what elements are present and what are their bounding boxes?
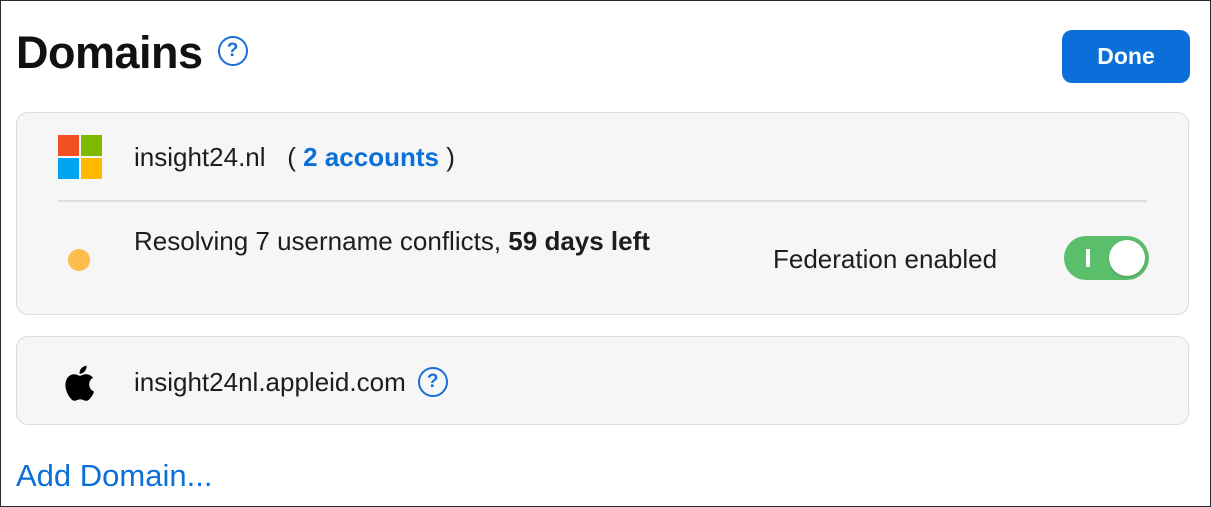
microsoft-logo-icon [58, 135, 102, 179]
card-divider [58, 200, 1147, 202]
domain-name-row: insight24.nl ( 2 accounts ) [134, 139, 455, 175]
domain-card-apple: insight24nl.appleid.com ? [16, 336, 1189, 425]
microsoft-logo-green-square [81, 135, 102, 156]
add-domain-link[interactable]: Add Domain... [16, 456, 212, 496]
apple-domain-row: insight24nl.appleid.com ? [134, 364, 448, 400]
microsoft-logo-yellow-square [81, 158, 102, 179]
help-icon[interactable]: ? [417, 367, 448, 397]
page-title: Domains [16, 27, 203, 78]
federation-toggle[interactable] [1064, 236, 1149, 280]
microsoft-logo-red-square [58, 135, 79, 156]
status-dot-icon [68, 249, 90, 271]
conflict-status-days-left: 59 days left [508, 226, 650, 256]
apple-logo-icon [65, 365, 94, 401]
microsoft-logo-blue-square [58, 158, 79, 179]
domains-panel: Domains ? Done insight24.nl ( 2 accounts… [0, 0, 1211, 507]
accounts-link[interactable]: 2 accounts [303, 142, 439, 172]
accounts-paren-close: ) [446, 142, 455, 172]
header: Domains ? [16, 25, 248, 81]
domain-name: insight24.nl [134, 142, 266, 172]
done-button[interactable]: Done [1062, 30, 1190, 83]
conflict-status-prefix: Resolving 7 username conflicts, [134, 226, 502, 256]
conflict-status-text: Resolving 7 username conflicts, 59 days … [134, 223, 754, 259]
toggle-on-indicator-icon [1086, 249, 1090, 267]
toggle-knob [1109, 240, 1145, 276]
domain-name: insight24nl.appleid.com [134, 367, 406, 397]
federation-label: Federation enabled [773, 244, 998, 274]
accounts-paren-open: ( [287, 142, 296, 172]
help-icon[interactable]: ? [217, 36, 248, 66]
domain-card-federated: insight24.nl ( 2 accounts ) Resolving 7 … [16, 112, 1189, 315]
